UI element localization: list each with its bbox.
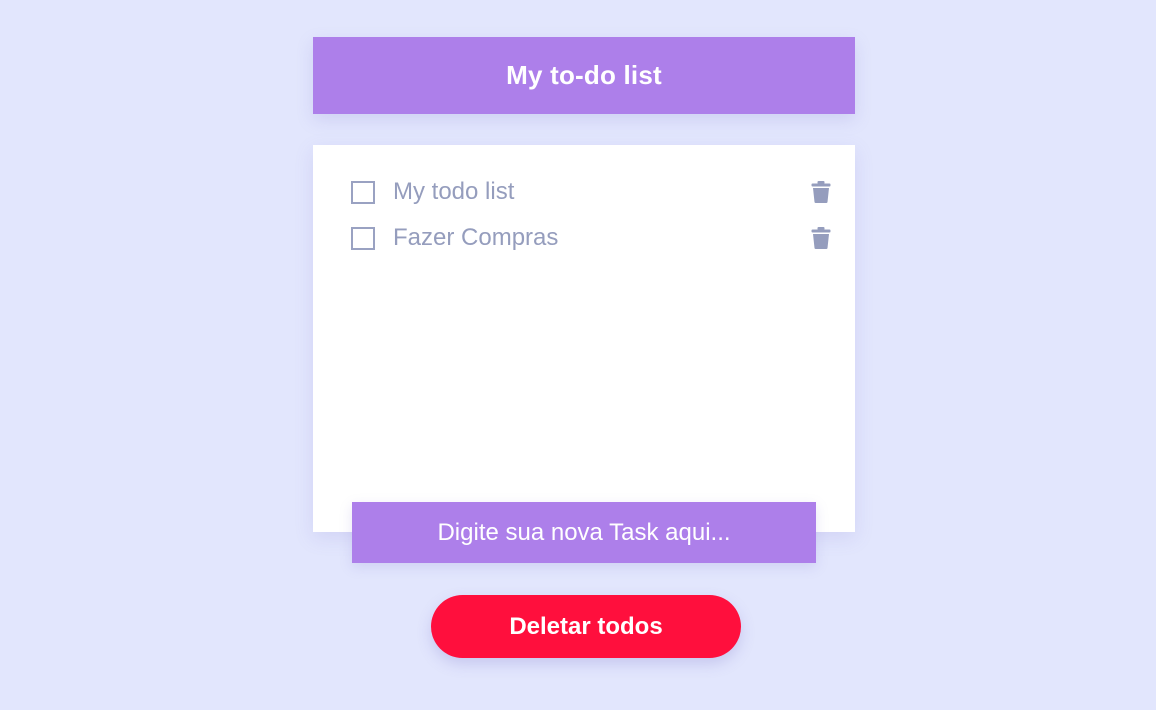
new-task-input[interactable] <box>352 502 816 563</box>
todo-item: My todo list <box>351 169 831 215</box>
trash-icon[interactable] <box>811 181 831 203</box>
todo-card: My todo list Fazer Compras <box>313 145 855 532</box>
todo-list: My todo list Fazer Compras <box>351 169 831 261</box>
todo-text: My todo list <box>393 178 515 205</box>
delete-all-button[interactable]: Deletar todos <box>431 595 741 658</box>
todo-checkbox[interactable] <box>351 180 375 204</box>
page-title: My to-do list <box>506 60 662 90</box>
todo-text: Fazer Compras <box>393 224 559 251</box>
new-task-bar <box>352 502 816 563</box>
todo-checkbox[interactable] <box>351 226 375 250</box>
trash-icon[interactable] <box>811 227 831 249</box>
todo-item: Fazer Compras <box>351 215 831 261</box>
app-header: My to-do list <box>313 37 855 114</box>
